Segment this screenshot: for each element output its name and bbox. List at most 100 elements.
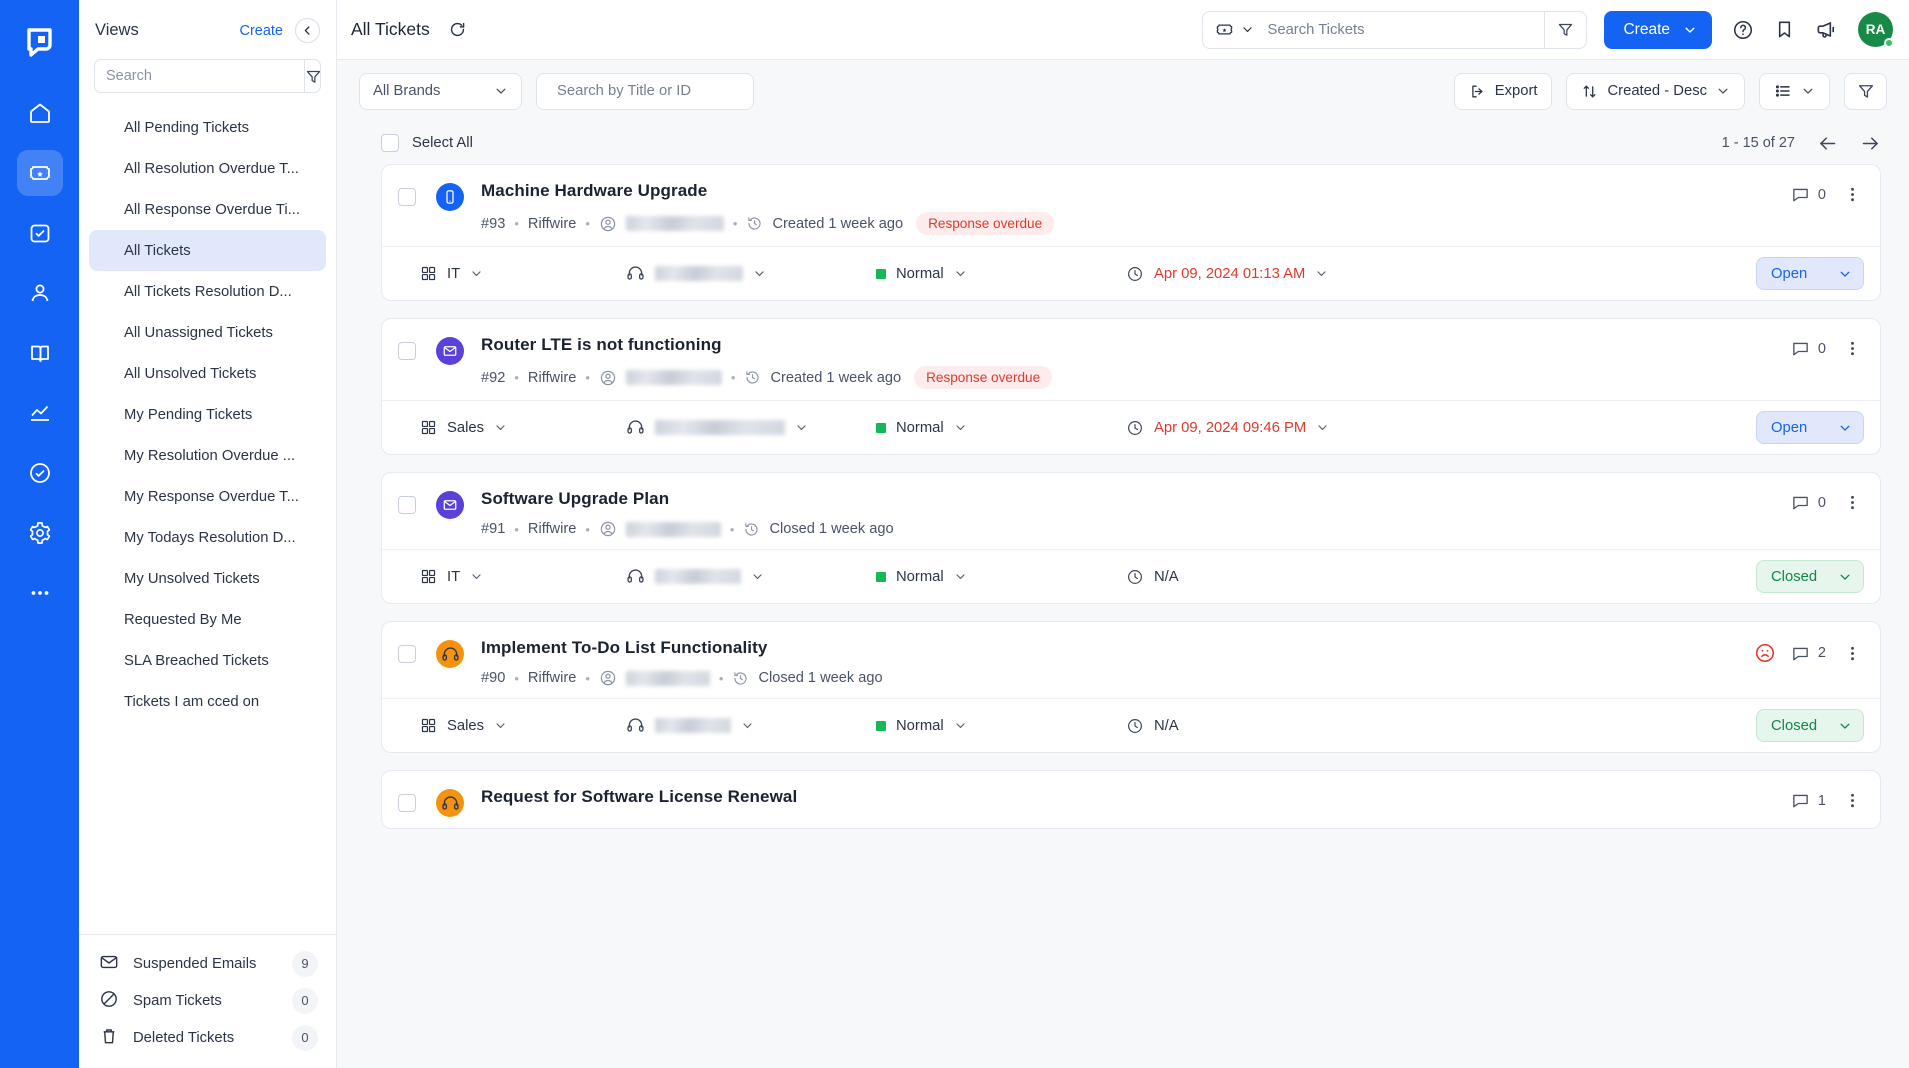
ticket-title[interactable]: Machine Hardware Upgrade — [481, 181, 1791, 201]
ticket-due-date[interactable]: Apr 09, 2024 09:46 PM — [1126, 419, 1756, 437]
ticket-title[interactable]: Request for Software License Renewal — [481, 787, 1791, 807]
view-list-item[interactable]: My Pending Tickets — [89, 394, 326, 435]
sidebar-item-contacts[interactable] — [17, 270, 63, 316]
comment-count[interactable]: 0 — [1791, 185, 1826, 204]
ticket-priority-select[interactable]: Normal — [876, 569, 1126, 585]
ticket-due-date[interactable]: N/A — [1126, 717, 1756, 735]
ticket-priority-select[interactable]: Normal — [876, 420, 1126, 436]
comment-count[interactable]: 0 — [1791, 339, 1826, 358]
sidebar-item-automation[interactable] — [17, 450, 63, 496]
view-list-item[interactable]: My Unsolved Tickets — [89, 558, 326, 599]
avatar[interactable]: RA — [1858, 12, 1893, 47]
sidebar-item-tickets[interactable] — [17, 150, 63, 196]
ticket-status-select[interactable]: Open — [1756, 411, 1864, 444]
chevron-left-icon[interactable] — [295, 18, 320, 43]
view-list-item[interactable]: All Resolution Overdue T... — [89, 148, 326, 189]
select-all-checkbox[interactable] — [381, 134, 399, 152]
view-list-item[interactable]: All Pending Tickets — [89, 107, 326, 148]
ticket-agent-select[interactable] — [626, 418, 876, 437]
ticket-category-select[interactable]: IT — [398, 265, 626, 282]
ticket-title[interactable]: Implement To-Do List Functionality — [481, 638, 1754, 658]
views-footer-item-label: Deleted Tickets — [133, 1030, 278, 1046]
megaphone-icon[interactable] — [1815, 18, 1838, 41]
help-circle-icon[interactable] — [1732, 19, 1754, 41]
view-list-item[interactable]: My Resolution Overdue ... — [89, 435, 326, 476]
view-list-item[interactable]: All Tickets Resolution D... — [89, 271, 326, 312]
brand-logo[interactable] — [16, 17, 63, 64]
create-button[interactable]: Create — [1604, 11, 1712, 49]
ticket-priority-select[interactable]: Normal — [876, 266, 1126, 282]
sidebar-item-knowledge-base[interactable] — [17, 330, 63, 376]
ticket-agent-select[interactable] — [626, 264, 876, 283]
comment-count[interactable]: 2 — [1791, 644, 1826, 663]
sidebar-item-tasks[interactable] — [17, 210, 63, 256]
sidebar-item-settings[interactable] — [17, 510, 63, 556]
ticket-status-select[interactable]: Open — [1756, 257, 1864, 290]
export-button[interactable]: Export — [1454, 73, 1553, 110]
ticket-due-date[interactable]: Apr 09, 2024 01:13 AM — [1126, 265, 1756, 283]
ticket-card[interactable]: Request for Software License Renewal 1 — [381, 770, 1881, 829]
brand-filter-select[interactable]: All Brands — [359, 73, 522, 110]
views-footer-item[interactable]: Spam Tickets0 — [79, 982, 336, 1019]
view-list-item[interactable]: All Tickets — [89, 230, 326, 271]
sort-button[interactable]: Created - Desc — [1566, 73, 1745, 110]
ticket-category-select[interactable]: IT — [398, 568, 626, 585]
view-list-item[interactable]: Tickets I am cced on — [89, 681, 326, 722]
ticket-more-menu-icon[interactable] — [1841, 493, 1864, 512]
view-list-item[interactable]: SLA Breached Tickets — [89, 640, 326, 681]
ticket-card[interactable]: Software Upgrade Plan #91 • Riffwire • •… — [381, 472, 1881, 604]
view-list-item-label: All Pending Tickets — [124, 120, 249, 136]
global-search-input[interactable] — [1263, 22, 1544, 38]
ticket-icon[interactable] — [1203, 20, 1263, 39]
sidebar-item-reports[interactable] — [17, 390, 63, 436]
bookmark-icon[interactable] — [1774, 19, 1795, 40]
ticket-status-select[interactable]: Closed — [1756, 709, 1864, 742]
ticket-agent-select[interactable] — [626, 567, 876, 586]
select-all-bar: Select All 1 - 15 of 27 — [337, 122, 1909, 164]
ticket-card[interactable]: Machine Hardware Upgrade #93 • Riffwire … — [381, 164, 1881, 301]
ticket-due-date[interactable]: N/A — [1126, 568, 1756, 586]
ticket-category-select[interactable]: Sales — [398, 419, 626, 436]
ticket-title[interactable]: Software Upgrade Plan — [481, 489, 1791, 509]
agent-name-redacted — [655, 266, 743, 281]
comment-count[interactable]: 1 — [1791, 791, 1826, 810]
view-list-item[interactable]: All Unassigned Tickets — [89, 312, 326, 353]
ticket-select-checkbox[interactable] — [398, 342, 416, 360]
ticket-more-menu-icon[interactable] — [1841, 644, 1864, 663]
pagination-next-button[interactable] — [1860, 133, 1881, 154]
sidebar-item-more[interactable] — [17, 570, 63, 616]
sidebar-item-home[interactable] — [17, 90, 63, 136]
ticket-more-menu-icon[interactable] — [1841, 791, 1864, 810]
ticket-more-menu-icon[interactable] — [1841, 339, 1864, 358]
ticket-agent-select[interactable] — [626, 716, 876, 735]
ticket-more-menu-icon[interactable] — [1841, 185, 1864, 204]
filter-icon[interactable] — [304, 60, 321, 92]
ticket-priority-select[interactable]: Normal — [876, 718, 1126, 734]
views-footer-item-count: 9 — [292, 951, 318, 977]
views-search-input[interactable] — [95, 60, 304, 92]
search-filter-icon[interactable] — [1544, 12, 1586, 48]
pagination-prev-button[interactable] — [1817, 133, 1838, 154]
views-footer-item[interactable]: Deleted Tickets0 — [79, 1019, 336, 1056]
ticket-status-select[interactable]: Closed — [1756, 560, 1864, 593]
list-filter-icon[interactable] — [1844, 73, 1887, 110]
ticket-select-checkbox[interactable] — [398, 645, 416, 663]
ticket-title[interactable]: Router LTE is not functioning — [481, 335, 1791, 355]
view-list-item[interactable]: All Response Overdue Ti... — [89, 189, 326, 230]
view-mode-button[interactable] — [1759, 73, 1830, 110]
view-list-item[interactable]: Requested By Me — [89, 599, 326, 640]
ticket-card[interactable]: Implement To-Do List Functionality #90 •… — [381, 621, 1881, 753]
comment-count[interactable]: 0 — [1791, 493, 1826, 512]
ticket-card[interactable]: Router LTE is not functioning #92 • Riff… — [381, 318, 1881, 455]
ticket-select-checkbox[interactable] — [398, 496, 416, 514]
ticket-select-checkbox[interactable] — [398, 794, 416, 812]
view-list-item[interactable]: My Response Overdue T... — [89, 476, 326, 517]
view-list-item[interactable]: All Unsolved Tickets — [89, 353, 326, 394]
ticket-search-input[interactable] — [557, 83, 755, 99]
ticket-select-checkbox[interactable] — [398, 188, 416, 206]
view-list-item[interactable]: My Todays Resolution D... — [89, 517, 326, 558]
refresh-icon[interactable] — [448, 20, 467, 39]
views-footer-item[interactable]: Suspended Emails9 — [79, 945, 336, 982]
create-view-link[interactable]: Create — [239, 23, 283, 39]
ticket-category-select[interactable]: Sales — [398, 717, 626, 734]
